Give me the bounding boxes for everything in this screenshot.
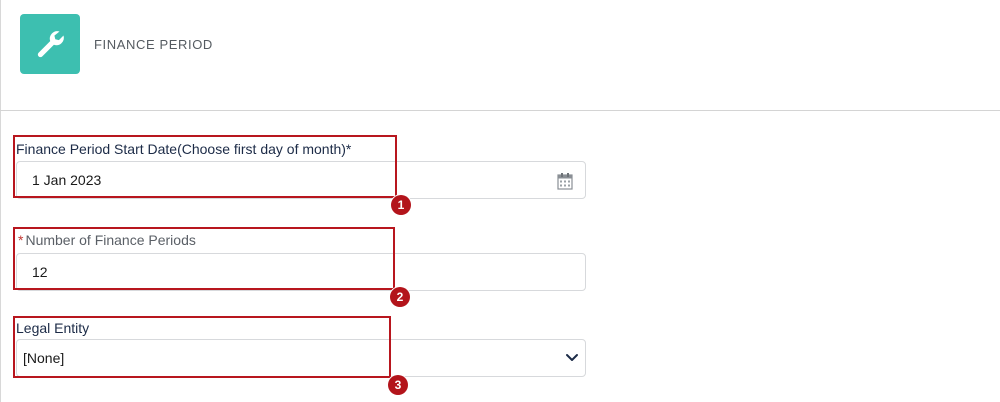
annotation-marker-2: 2 — [390, 287, 410, 307]
page-header: FINANCE PERIOD — [0, 0, 1000, 111]
app-icon-tile — [20, 14, 80, 74]
annotation-highlight-1 — [13, 135, 397, 198]
wrench-icon — [37, 31, 64, 58]
chevron-down-icon[interactable] — [565, 353, 579, 363]
annotation-highlight-3 — [13, 316, 391, 378]
page-title: FINANCE PERIOD — [94, 37, 213, 52]
calendar-icon[interactable] — [557, 172, 573, 190]
annotation-marker-3: 3 — [388, 375, 408, 395]
annotation-highlight-2 — [13, 227, 395, 290]
annotation-marker-1: 1 — [391, 195, 411, 215]
